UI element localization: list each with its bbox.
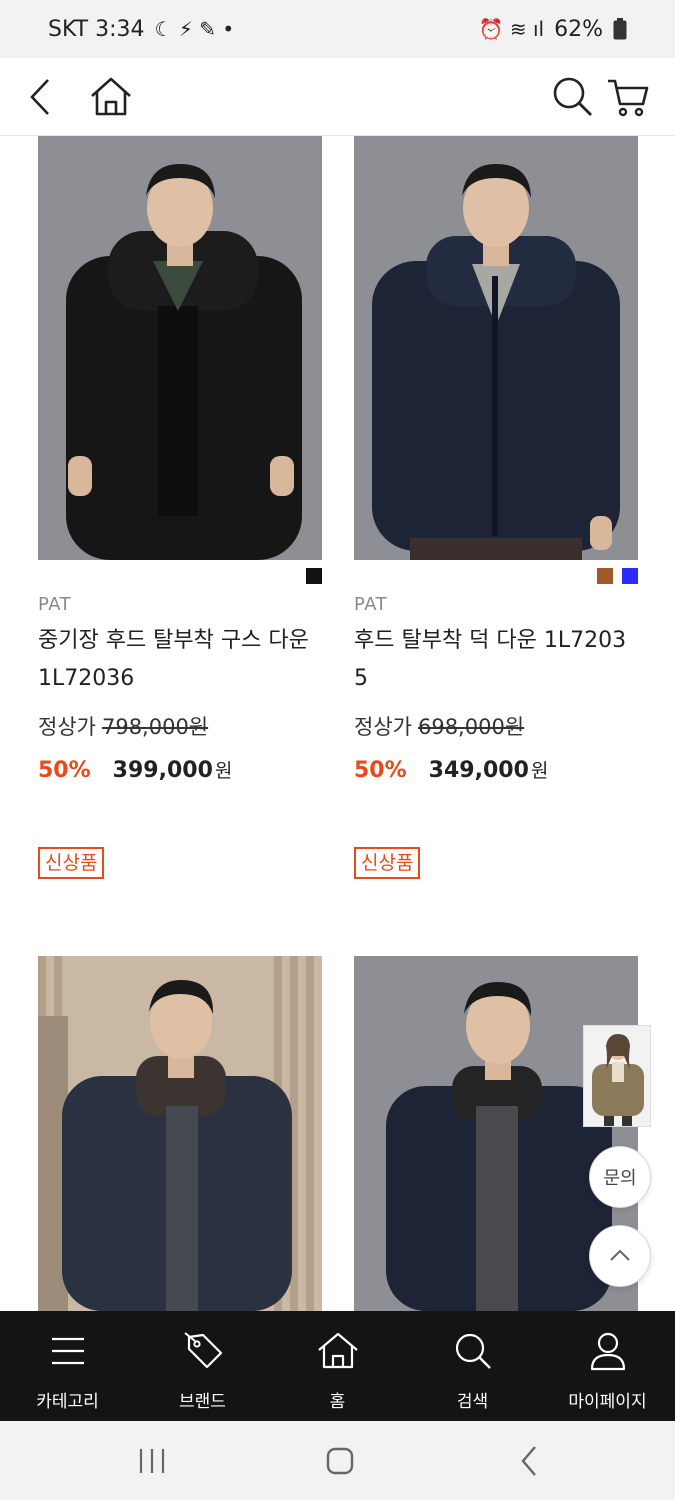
app-header (0, 58, 675, 136)
color-swatch (597, 568, 613, 584)
search-icon[interactable] (551, 75, 595, 119)
discount-rate: 50% (38, 758, 91, 783)
status-bar: SKT 3:34 ☾ ⚡ ✎ • ⏰ ≋ ıl 62% (0, 0, 675, 58)
product-image[interactable] (354, 136, 638, 560)
regular-price: 정상가 698,000원 (354, 711, 524, 741)
original-price: 698,000원 (417, 715, 525, 739)
product-brand: PAT (354, 594, 388, 615)
chevron-up-icon (610, 1249, 630, 1261)
nav-label: 마이페이지 (568, 1392, 647, 1412)
system-navigation-bar (0, 1421, 675, 1500)
new-product-badge: 신상품 (38, 847, 105, 879)
back-icon[interactable] (510, 1441, 550, 1481)
nav-label: 검색 (456, 1392, 489, 1412)
status-system-icons: ⏰ ≋ ıl (478, 17, 545, 41)
chevron-left-icon[interactable] (20, 75, 64, 119)
sale-price: 349,000 (428, 758, 529, 783)
status-left: SKT 3:34 ☾ ⚡ ✎ • (48, 17, 234, 42)
menu-icon (51, 1337, 84, 1365)
status-notification-icons: ☾ ⚡ ✎ • (154, 17, 235, 41)
product-brand: PAT (38, 594, 72, 615)
nav-label: 카테고리 (36, 1392, 99, 1412)
nav-home[interactable]: 홈 (270, 1311, 405, 1421)
inquiry-label: 문의 (603, 1168, 637, 1189)
carrier-time: SKT 3:34 (48, 16, 145, 42)
scroll-top-button[interactable] (589, 1225, 651, 1287)
home-icon (317, 1332, 358, 1369)
user-icon (590, 1332, 625, 1371)
color-swatches (306, 568, 322, 584)
nav-search[interactable]: 검색 (405, 1311, 540, 1421)
regular-price-label: 정상가 (354, 715, 412, 739)
nav-mypage[interactable]: 마이페이지 (540, 1311, 675, 1421)
regular-price-label: 정상가 (38, 715, 96, 739)
original-price: 798,000원 (101, 715, 209, 739)
product-image[interactable] (38, 136, 322, 560)
sale-price: 399,000 (112, 758, 213, 783)
cart-icon[interactable] (606, 75, 650, 119)
currency-unit: 원 (214, 760, 233, 782)
product-image[interactable] (38, 956, 322, 1311)
recent-view-thumbnail[interactable] (583, 1025, 651, 1127)
status-right: ⏰ ≋ ıl 62% (479, 17, 627, 42)
new-product-badge: 신상품 (354, 847, 421, 879)
tag-icon (183, 1332, 222, 1369)
inquiry-button[interactable]: 문의 (589, 1146, 651, 1208)
currency-unit: 원 (530, 760, 549, 782)
color-swatch (622, 568, 638, 584)
battery-percent: 62% (554, 16, 603, 42)
home-button-icon[interactable] (320, 1441, 360, 1481)
nav-brand[interactable]: 브랜드 (135, 1311, 270, 1421)
home-icon[interactable] (89, 75, 133, 119)
recent-apps-icon[interactable] (132, 1441, 172, 1481)
color-swatches (597, 568, 638, 584)
product-name[interactable]: 중기장 후드 탈부착 구스 다운 1L72036 (38, 622, 322, 698)
sale-price-row: 50% 399,000 원 (38, 756, 232, 783)
nav-label: 홈 (329, 1392, 346, 1412)
bottom-navigation: 카테고리 브랜드 홈 검색 마이페이지 (0, 1311, 675, 1421)
sale-price-row: 50% 349,000 원 (354, 756, 548, 783)
nav-category[interactable]: 카테고리 (0, 1311, 135, 1421)
nav-label: 브랜드 (179, 1392, 226, 1412)
battery-icon (613, 18, 627, 40)
discount-rate: 50% (354, 758, 407, 783)
search-icon (455, 1333, 491, 1369)
regular-price: 정상가 798,000원 (38, 711, 208, 741)
product-name[interactable]: 후드 탈부착 덕 다운 1L72035 (354, 622, 638, 698)
color-swatch (306, 568, 322, 584)
